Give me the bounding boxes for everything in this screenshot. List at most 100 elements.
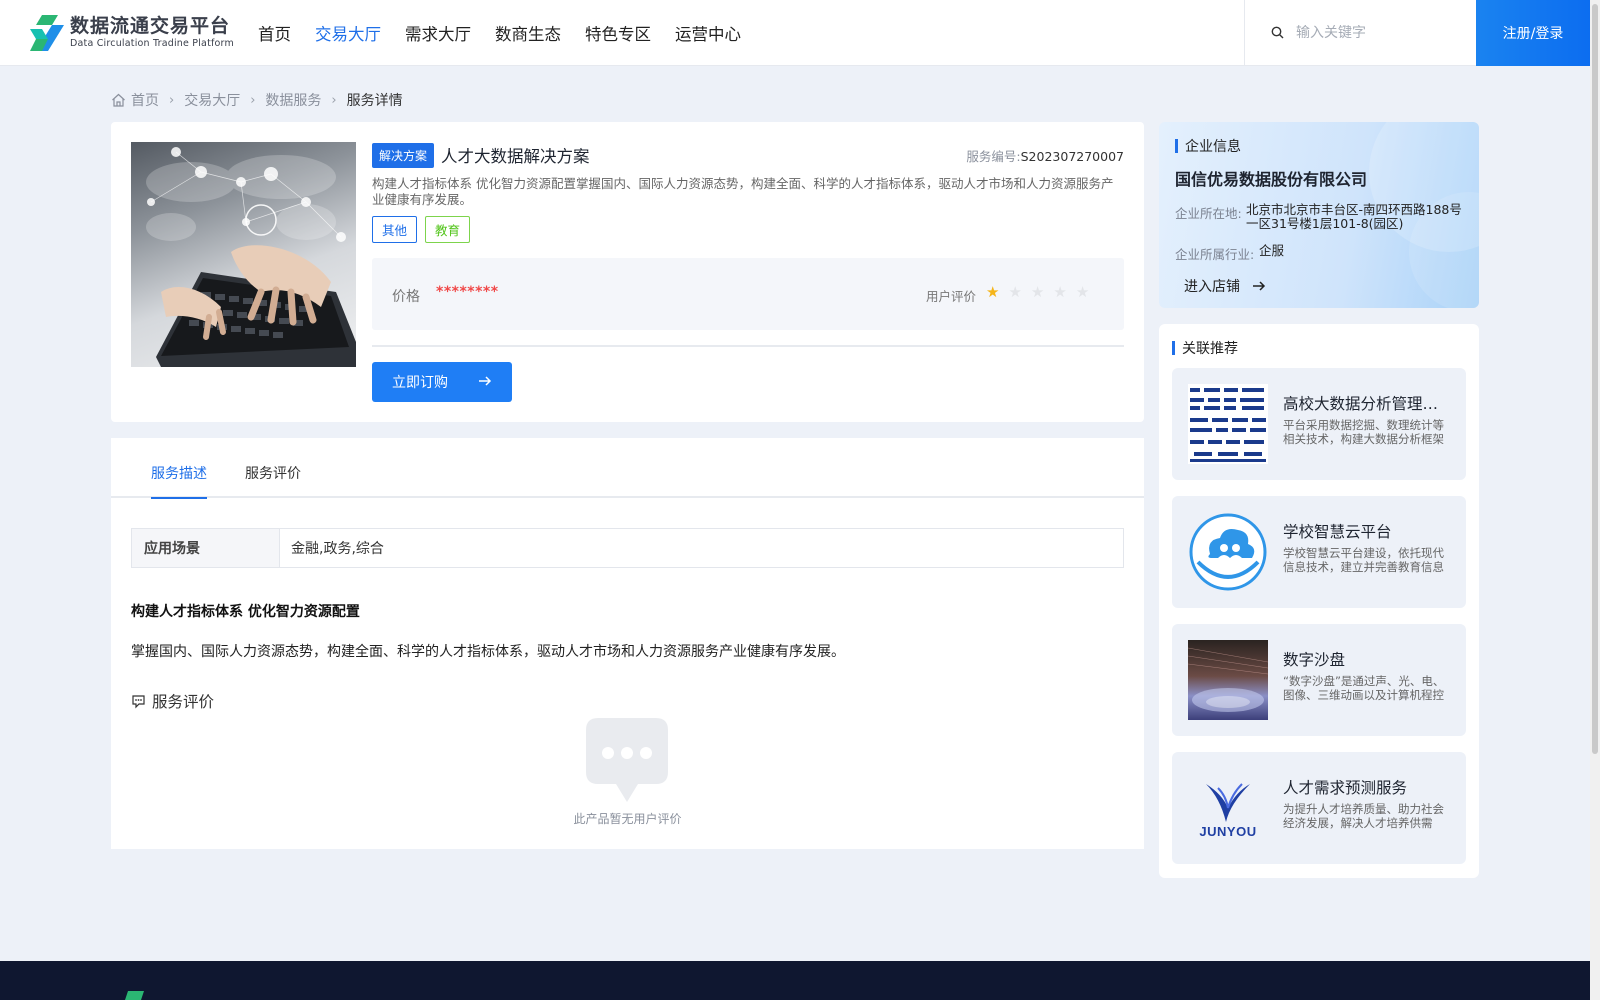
service-serial: 服务编号:S202307270007 bbox=[966, 146, 1124, 165]
chevron-right-icon: › bbox=[169, 92, 175, 108]
recommend-thumbnail bbox=[1188, 384, 1268, 464]
arrow-right-icon bbox=[478, 374, 492, 392]
price-panel: 价格 ******** 用户评价 ★ ★ ★ ★ ★ bbox=[372, 258, 1124, 330]
service-serial-label: 服务编号: bbox=[966, 148, 1021, 164]
service-serial-value: S202307270007 bbox=[1020, 148, 1124, 164]
logo-subtitle: Data Circulation Tradine Platform bbox=[70, 38, 234, 49]
breadcrumb-data-service[interactable]: 数据服务 bbox=[265, 90, 321, 110]
description-heading: 构建人才指标体系 优化智力资源配置 bbox=[131, 604, 360, 620]
platform-logo[interactable]: 数据流通交易平台 Data Circulation Tradine Platfo… bbox=[28, 13, 234, 53]
recommend-item[interactable]: JUNYOU 人才需求预测服务 为提升人才培养质量、助力社会经济发展，解决人才培… bbox=[1172, 752, 1466, 864]
page-scrollbar-thumb[interactable] bbox=[1592, 4, 1598, 754]
recommend-item[interactable]: 数字沙盘 “数字沙盘”是通过声、光、电、图像、三维动画以及计算机程控 bbox=[1172, 624, 1466, 736]
main-nav: 首页 交易大厅 需求大厅 数商生态 特色专区 运营中心 bbox=[258, 0, 765, 66]
description-body: 掌握国内、国际人力资源态势，构建全面、科学的人才指标体系，驱动人才市场和人力资源… bbox=[131, 644, 845, 660]
nav-trading-hall[interactable]: 交易大厅 bbox=[315, 21, 381, 45]
recommend-section-label: 关联推荐 bbox=[1182, 341, 1238, 357]
company-industry-value: 企服 bbox=[1259, 243, 1285, 258]
scene-value: 金融,政务,综合 bbox=[291, 541, 384, 557]
recommend-item[interactable]: 高校大数据分析管理平台 平台采用数据挖掘、数理统计等相关技术，构建大数据分析框架 bbox=[1172, 368, 1466, 480]
recommend-title: 人才需求预测服务 bbox=[1283, 779, 1408, 797]
reviews-heading: 服务评价 bbox=[131, 690, 214, 712]
company-location-value: 北京市北京市丰台区-南四环西路188号一区31号楼1层101-8(园区) bbox=[1246, 202, 1462, 231]
user-rating-label: 用户评价 bbox=[926, 289, 977, 304]
enter-shop-label: 进入店铺 bbox=[1184, 279, 1240, 295]
tab-service-description[interactable]: 服务描述 bbox=[151, 463, 207, 499]
register-login-button[interactable]: 注册/登录 bbox=[1476, 0, 1590, 66]
user-rating-stars: ★ ★ ★ ★ ★ bbox=[986, 283, 1098, 301]
star-icon: ★ bbox=[986, 283, 1000, 301]
recommend-desc: 平台采用数据挖掘、数理统计等相关技术，构建大数据分析框架 bbox=[1283, 418, 1444, 446]
order-now-label: 立即订购 bbox=[392, 375, 448, 391]
breadcrumb-home[interactable]: 首页 bbox=[131, 90, 159, 110]
tag-education: 教育 bbox=[425, 216, 471, 243]
section-bar bbox=[1172, 341, 1175, 355]
product-tags: 其他 教育 bbox=[372, 216, 478, 243]
order-now-button[interactable]: 立即订购 bbox=[372, 362, 512, 402]
scene-label: 应用场景 bbox=[132, 529, 280, 567]
recommend-thumbnail bbox=[1188, 640, 1268, 720]
logo-icon bbox=[28, 13, 66, 53]
product-image bbox=[131, 142, 356, 367]
junyou-logo-text: JUNYOU bbox=[1199, 823, 1257, 839]
recommend-item[interactable]: 学校智慧云平台 学校智慧云平台建设，依托现代信息技术，建立并完善教育信息 bbox=[1172, 496, 1466, 608]
star-icon: ★ bbox=[1030, 283, 1045, 301]
breadcrumb-current: 服务详情 bbox=[346, 93, 403, 109]
tag-other: 其他 bbox=[372, 216, 418, 243]
company-location-label: 企业所在地: bbox=[1175, 206, 1242, 221]
comment-icon bbox=[131, 694, 146, 709]
related-recommendations: 关联推荐 高校大数据分析管理平台 平台采用数据挖掘、数理统计等相关技术，构建大数… bbox=[1159, 324, 1479, 878]
nav-demand-hall[interactable]: 需求大厅 bbox=[405, 21, 471, 45]
home-icon[interactable] bbox=[111, 93, 126, 107]
application-scene-table: 应用场景 金融,政务,综合 bbox=[131, 528, 1124, 568]
company-section-title: 企业信息 bbox=[1175, 136, 1241, 156]
recommend-desc: 学校智慧云平台建设，依托现代信息技术，建立并完善教育信息 bbox=[1283, 546, 1444, 574]
chevron-right-icon: › bbox=[250, 92, 256, 108]
footer-logo-icon bbox=[125, 991, 144, 1000]
nav-operation-center[interactable]: 运营中心 bbox=[675, 21, 741, 45]
top-header: 数据流通交易平台 Data Circulation Tradine Platfo… bbox=[0, 0, 1590, 66]
tab-service-reviews[interactable]: 服务评价 bbox=[245, 463, 301, 497]
solution-type-tag: 解决方案 bbox=[372, 142, 435, 168]
arrow-right-icon bbox=[1252, 279, 1266, 293]
recommend-title: 高校大数据分析管理平台 bbox=[1283, 395, 1453, 413]
recommend-thumbnail: JUNYOU bbox=[1188, 768, 1268, 848]
company-info-card: 企业信息 国信优易数据股份有限公司 企业所在地: 北京市北京市丰台区-南四环西路… bbox=[1159, 122, 1479, 308]
price-value: ******** bbox=[436, 284, 499, 300]
reviews-title: 服务评价 bbox=[152, 693, 215, 711]
recommend-desc: “数字沙盘”是通过声、光、电、图像、三维动画以及计算机程控 bbox=[1283, 674, 1445, 702]
company-industry-label: 企业所属行业: bbox=[1175, 247, 1255, 262]
recommend-desc: 为提升人才培养质量、助力社会经济发展，解决人才培养供需 bbox=[1283, 802, 1444, 830]
nav-home[interactable]: 首页 bbox=[258, 21, 291, 45]
company-name: 国信优易数据股份有限公司 bbox=[1175, 170, 1368, 189]
star-icon: ★ bbox=[1075, 283, 1090, 301]
product-title: 人才大数据解决方案 bbox=[441, 147, 590, 166]
recommend-title: 学校智慧云平台 bbox=[1283, 523, 1392, 541]
junyou-logo-icon bbox=[1206, 782, 1250, 822]
logo-title: 数据流通交易平台 bbox=[70, 15, 231, 37]
company-industry-row: 企业所属行业: 企服 bbox=[1175, 244, 1475, 263]
star-icon: ★ bbox=[1053, 283, 1067, 301]
search-icon[interactable] bbox=[1271, 24, 1284, 43]
nav-special-zone[interactable]: 特色专区 bbox=[585, 21, 651, 45]
section-bar bbox=[1175, 139, 1178, 153]
recommend-title: 数字沙盘 bbox=[1283, 651, 1346, 669]
nav-ecosystem[interactable]: 数商生态 bbox=[495, 21, 561, 45]
recommend-thumbnail bbox=[1188, 512, 1268, 592]
price-label: 价格 bbox=[392, 289, 420, 305]
page-footer bbox=[0, 961, 1590, 1000]
enter-shop-link[interactable]: 进入店铺 bbox=[1184, 276, 1266, 296]
company-location-row: 企业所在地: 北京市北京市丰台区-南四环西路188号一区31号楼1层101-8(… bbox=[1175, 203, 1462, 231]
detail-tabs: 服务描述 服务评价 bbox=[111, 438, 1144, 499]
chevron-right-icon: › bbox=[331, 92, 337, 108]
company-section-label: 企业信息 bbox=[1185, 139, 1241, 155]
product-card: 解决方案 人才大数据解决方案 服务编号:S202307270007 构建人才指标… bbox=[111, 122, 1144, 422]
star-icon: ★ bbox=[1008, 283, 1022, 301]
empty-reviews-text: 此产品暂无用户评价 bbox=[573, 812, 682, 826]
service-detail-panel: 服务描述 服务评价 应用场景 金融,政务,综合 构建人才指标体系 优化智力资源配… bbox=[111, 438, 1144, 849]
divider bbox=[372, 345, 1124, 347]
breadcrumb-trading-hall[interactable]: 交易大厅 bbox=[184, 90, 240, 110]
empty-comment-icon bbox=[584, 716, 670, 806]
product-description: 构建人才指标体系 优化智力资源配置掌握国内、国际人力资源态势，构建全面、科学的人… bbox=[372, 176, 1114, 207]
search-input[interactable] bbox=[1296, 25, 1466, 41]
